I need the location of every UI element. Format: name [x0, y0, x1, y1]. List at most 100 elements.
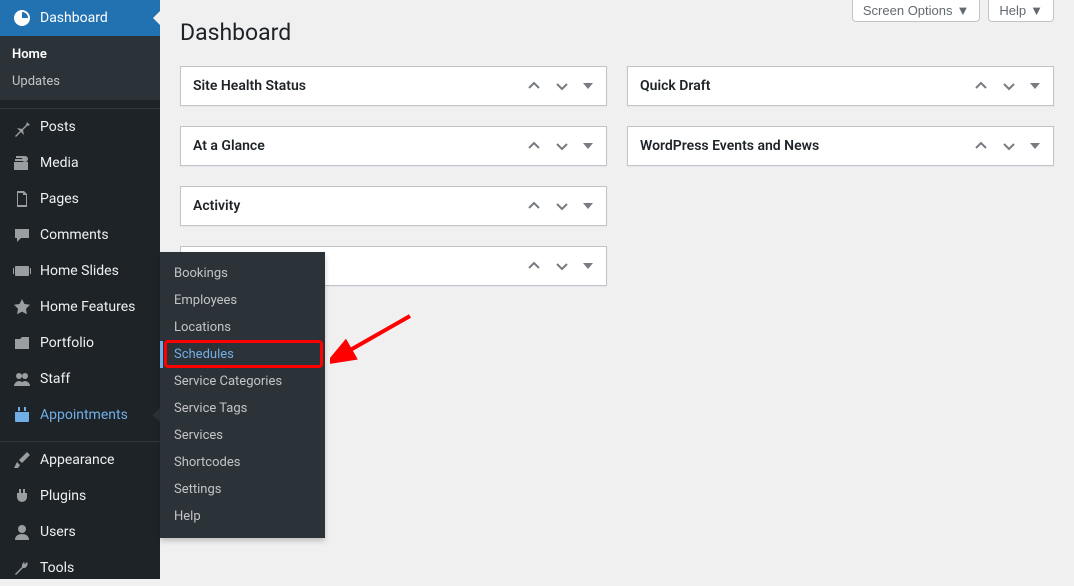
flyout-item-bookings[interactable]: Bookings — [160, 260, 325, 287]
pin-icon — [12, 117, 32, 137]
postbox-controls — [526, 198, 594, 214]
user-icon — [12, 522, 32, 542]
portfolio-icon — [12, 333, 32, 353]
triangle-down-icon: ▼ — [1030, 3, 1043, 18]
postbox-controls — [973, 78, 1041, 94]
toggle-icon[interactable] — [1029, 140, 1041, 152]
postbox-quick-draft: Quick Draft — [627, 66, 1054, 106]
postbox-at-a-glance: At a Glance — [180, 126, 607, 166]
sidebar-item-label: Comments — [40, 227, 109, 243]
wrench-icon — [12, 558, 32, 578]
toggle-icon[interactable] — [582, 140, 594, 152]
screen-options-button[interactable]: Screen Options ▼ — [852, 0, 980, 22]
help-button[interactable]: Help ▼ — [988, 0, 1054, 22]
sidebar-item-posts[interactable]: Posts — [0, 109, 160, 145]
move-down-icon[interactable] — [554, 138, 570, 154]
sidebar-sub-home[interactable]: Home — [0, 41, 160, 68]
move-up-icon[interactable] — [526, 138, 542, 154]
sidebar-item-appearance[interactable]: Appearance — [0, 442, 160, 478]
postbox-wp-events-news: WordPress Events and News — [627, 126, 1054, 166]
page-icon — [12, 189, 32, 209]
postbox-activity: Activity — [180, 186, 607, 226]
postbox-title: At a Glance — [193, 138, 265, 154]
postbox-header[interactable]: At a Glance — [181, 127, 606, 165]
sidebar-item-pages[interactable]: Pages — [0, 181, 160, 217]
triangle-down-icon: ▼ — [957, 3, 970, 18]
sidebar-item-label: Tools — [40, 560, 74, 576]
sidebar-item-label: Appointments — [40, 407, 128, 423]
brush-icon — [12, 450, 32, 470]
sidebar-item-dashboard[interactable]: Dashboard — [0, 0, 160, 36]
move-up-icon[interactable] — [526, 198, 542, 214]
toggle-icon[interactable] — [582, 260, 594, 272]
postbox-title: WordPress Events and News — [640, 138, 819, 154]
postbox-header[interactable]: Quick Draft — [628, 67, 1053, 105]
media-icon — [12, 153, 32, 173]
postbox-header[interactable]: Activity — [181, 187, 606, 225]
sidebar-item-label: Media — [40, 155, 79, 171]
sidebar-item-media[interactable]: Media — [0, 145, 160, 181]
sidebar-item-tools[interactable]: Tools — [0, 550, 160, 586]
postbox-controls — [526, 258, 594, 274]
sidebar-item-label: Pages — [40, 191, 79, 207]
postbox-header[interactable]: WordPress Events and News — [628, 127, 1053, 165]
flyout-item-schedules[interactable]: Schedules — [160, 341, 325, 368]
sidebar-item-appointments[interactable]: Appointments — [0, 397, 160, 433]
postbox-header[interactable]: Site Health Status — [181, 67, 606, 105]
postbox-title: Site Health Status — [193, 78, 306, 94]
appointments-flyout-menu: Bookings Employees Locations Schedules S… — [160, 252, 325, 538]
flyout-item-settings[interactable]: Settings — [160, 476, 325, 503]
sidebar-item-plugins[interactable]: Plugins — [0, 478, 160, 514]
flyout-item-shortcodes[interactable]: Shortcodes — [160, 449, 325, 476]
sidebar-item-label: Plugins — [40, 488, 86, 504]
postbox-column-2: Quick Draft WordPress Events and News — [627, 66, 1054, 286]
postbox-site-health: Site Health Status — [180, 66, 607, 106]
toggle-icon[interactable] — [582, 80, 594, 92]
toggle-icon[interactable] — [1029, 80, 1041, 92]
postbox-title: Activity — [193, 198, 240, 214]
calendar-icon — [12, 405, 32, 425]
sidebar-item-label: Staff — [40, 371, 70, 387]
plug-icon — [12, 486, 32, 506]
flyout-item-employees[interactable]: Employees — [160, 287, 325, 314]
flyout-item-locations[interactable]: Locations — [160, 314, 325, 341]
sidebar-submenu-dashboard: Home Updates — [0, 36, 160, 100]
move-down-icon[interactable] — [1001, 78, 1017, 94]
sidebar-item-home-slides[interactable]: Home Slides — [0, 253, 160, 289]
sidebar-item-comments[interactable]: Comments — [0, 217, 160, 253]
postbox-controls — [526, 138, 594, 154]
move-up-icon[interactable] — [973, 78, 989, 94]
sidebar-item-users[interactable]: Users — [0, 514, 160, 550]
sidebar-item-home-features[interactable]: Home Features — [0, 289, 160, 325]
star-icon — [12, 297, 32, 317]
sidebar-item-portfolio[interactable]: Portfolio — [0, 325, 160, 361]
move-down-icon[interactable] — [554, 258, 570, 274]
sidebar-item-label: Home Slides — [40, 263, 119, 279]
flyout-item-help[interactable]: Help — [160, 503, 325, 530]
move-down-icon[interactable] — [554, 78, 570, 94]
move-up-icon[interactable] — [526, 78, 542, 94]
flyout-item-service-tags[interactable]: Service Tags — [160, 395, 325, 422]
dashboard-icon — [12, 8, 32, 28]
postbox-controls — [973, 138, 1041, 154]
sidebar-item-label: Appearance — [40, 452, 114, 468]
move-up-icon[interactable] — [973, 138, 989, 154]
admin-sidebar: Dashboard Home Updates Posts Media Pages… — [0, 0, 160, 579]
move-up-icon[interactable] — [526, 258, 542, 274]
comment-icon — [12, 225, 32, 245]
move-down-icon[interactable] — [1001, 138, 1017, 154]
sidebar-sub-updates[interactable]: Updates — [0, 68, 160, 95]
flyout-item-services[interactable]: Services — [160, 422, 325, 449]
sidebar-item-label: Portfolio — [40, 335, 94, 351]
group-icon — [12, 369, 32, 389]
sidebar-item-label: Home Features — [40, 299, 135, 315]
flyout-item-service-categories[interactable]: Service Categories — [160, 368, 325, 395]
sidebar-item-label: Dashboard — [40, 10, 108, 26]
postbox-controls — [526, 78, 594, 94]
move-down-icon[interactable] — [554, 198, 570, 214]
screen-meta-links: Screen Options ▼ Help ▼ — [852, 0, 1054, 22]
sidebar-item-staff[interactable]: Staff — [0, 361, 160, 397]
postbox-title: Quick Draft — [640, 78, 710, 94]
slides-icon — [12, 261, 32, 281]
toggle-icon[interactable] — [582, 200, 594, 212]
